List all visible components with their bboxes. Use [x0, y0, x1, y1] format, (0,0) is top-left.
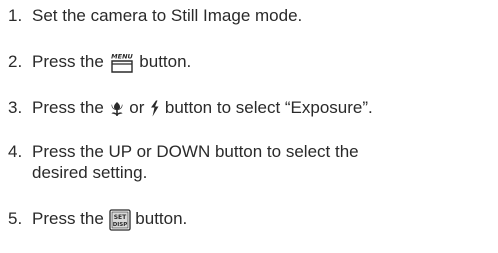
- step-text: Set the camera to Still Image mode.: [32, 6, 303, 25]
- step-number: 4.: [8, 142, 23, 161]
- menu-button-icon: MENU: [109, 52, 135, 74]
- step-5: 5. Press the SET DISP button.: [8, 208, 494, 231]
- set-icon-label: SET: [113, 214, 126, 221]
- step-text-after: button.: [135, 209, 188, 228]
- step-number: 1.: [8, 6, 23, 25]
- step-4: 4. Press the UP or DOWN button to select …: [8, 141, 494, 183]
- step-text-before: Press the: [32, 209, 104, 228]
- step-1: 1. Set the camera to Still Image mode.: [8, 5, 494, 26]
- step-text-after: button.: [139, 52, 192, 71]
- step-text-before: Press the: [32, 98, 104, 117]
- instruction-steps: 1. Set the camera to Still Image mode. 2.…: [0, 0, 498, 253]
- step-2: 2. Press the MENU button.: [8, 51, 494, 74]
- disp-icon-label: DISP: [112, 222, 127, 228]
- step-text-mid: or: [129, 98, 145, 117]
- macro-tulip-icon: [109, 100, 125, 117]
- flash-bolt-icon: [149, 100, 160, 117]
- set-disp-button-icon: SET DISP: [108, 208, 131, 231]
- step-number: 3.: [8, 98, 23, 117]
- step-text-after: button to select “Exposure”.: [164, 98, 373, 117]
- step-text-before: Press the: [32, 52, 104, 71]
- menu-icon-label: MENU: [111, 52, 133, 60]
- step-text-line2: desired setting.: [32, 163, 148, 182]
- step-3: 3. Press the or button to select “Exposur…: [8, 97, 494, 118]
- step-text-line1: Press the UP or DOWN button to select th…: [32, 142, 359, 161]
- step-number: 5.: [8, 209, 23, 228]
- step-number: 2.: [8, 52, 23, 71]
